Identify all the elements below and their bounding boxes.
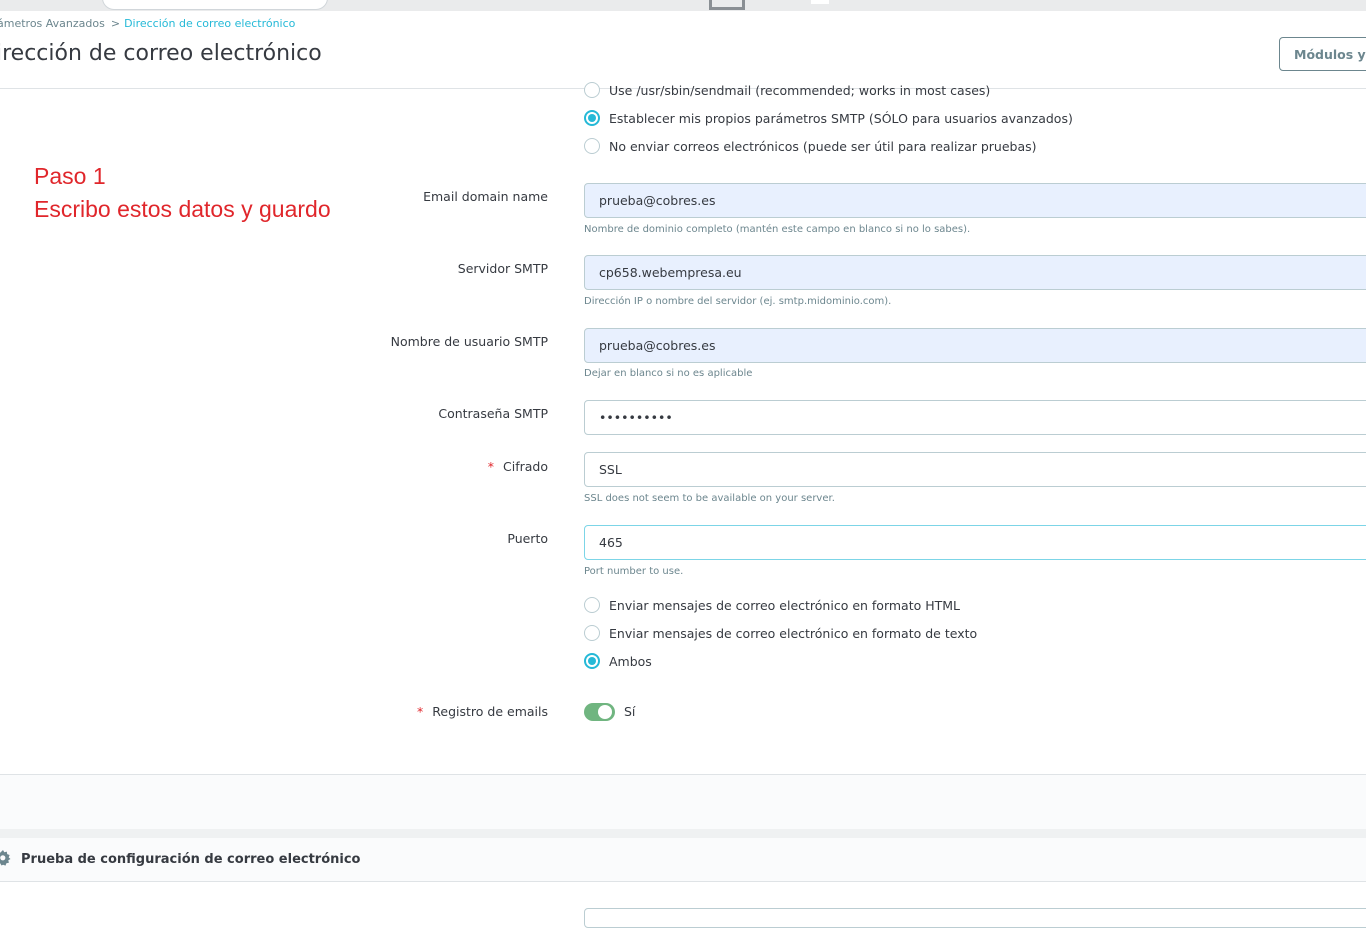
radio-button[interactable] — [584, 110, 600, 126]
radio-no-mail[interactable]: No enviar correos electrónicos (puede se… — [584, 136, 1037, 156]
page-header: ámetros Avanzados > Dirección de correo el… — [0, 11, 1366, 89]
smtp-password-input[interactable]: •••••••••• — [584, 400, 1366, 435]
email-log-label-text: Registro de emails — [432, 704, 548, 719]
top-strip — [0, 0, 1366, 11]
radio-label: Enviar mensajes de correo electrónico en… — [609, 625, 978, 641]
breadcrumb-parent[interactable]: ámetros Avanzados — [0, 17, 105, 30]
email-log-label: * Registro de emails — [417, 704, 548, 719]
radio-label: Use /usr/sbin/sendmail (recommended; wor… — [609, 82, 991, 98]
user-help: Dejar en blanco si no es aplicable — [584, 368, 753, 379]
toggle-knob — [598, 705, 612, 719]
encryption-label: * Cifrado — [488, 459, 548, 474]
store-icon[interactable] — [709, 0, 745, 10]
radio-button[interactable] — [584, 138, 600, 154]
annotation-line-2: Escribo estos datos y guardo — [34, 196, 331, 222]
domain-input[interactable]: prueba@cobres.es — [584, 183, 1366, 218]
radio-button[interactable] — [584, 82, 600, 98]
radio-format-both[interactable]: Ambos — [584, 651, 652, 671]
header-search-box[interactable] — [102, 0, 328, 10]
server-label: Servidor SMTP — [457, 261, 548, 276]
port-label: Puerto — [507, 531, 548, 546]
server-help: Dirección IP o nombre del servidor (ej. … — [584, 296, 892, 307]
radio-label: Ambos — [609, 653, 652, 669]
radio-label: No enviar correos electrónicos (puede se… — [609, 138, 1037, 154]
gear-icon — [0, 850, 11, 866]
radio-format-html[interactable]: Enviar mensajes de correo electrónico en… — [584, 595, 960, 615]
email-log-state: Sí — [624, 704, 636, 719]
smtp-user-input[interactable]: prueba@cobres.es — [584, 328, 1366, 363]
radio-label: Enviar mensajes de correo electrónico en… — [609, 597, 961, 613]
test-panel-heading: Prueba de configuración de correo electr… — [0, 838, 1366, 882]
panel-footer — [0, 774, 1366, 830]
encryption-label-text: Cifrado — [503, 459, 548, 474]
breadcrumb-separator: > — [110, 17, 121, 30]
email-log-toggle[interactable] — [584, 703, 615, 721]
panel-gap — [0, 829, 1366, 838]
annotation-line-1: Paso 1 — [34, 163, 106, 189]
encryption-select[interactable]: SSL — [584, 452, 1366, 487]
breadcrumb: ámetros Avanzados > Dirección de correo el… — [0, 17, 295, 30]
smtp-server-input[interactable]: cp658.webempresa.eu — [584, 255, 1366, 290]
page-title: irección de correo electrónico — [0, 41, 322, 66]
radio-label: Establecer mis propios parámetros SMTP (… — [609, 110, 1073, 126]
required-mark: * — [417, 704, 424, 719]
radio-sendmail[interactable]: Use /usr/sbin/sendmail (recommended; wor… — [584, 80, 990, 100]
user-label: Nombre de usuario SMTP — [390, 334, 548, 349]
radio-button[interactable] — [584, 597, 600, 613]
port-input[interactable]: 465 — [584, 525, 1366, 560]
radio-button[interactable] — [584, 653, 600, 669]
password-label: Contraseña SMTP — [438, 406, 548, 421]
domain-label: Email domain name — [423, 189, 548, 204]
modules-button[interactable]: Módulos y S — [1279, 37, 1366, 71]
annotation-note: Paso 1 Escribo estos datos y guardo — [34, 160, 331, 226]
test-email-input[interactable] — [584, 908, 1366, 928]
required-mark: * — [487, 459, 495, 474]
notification-icon[interactable] — [811, 0, 829, 4]
radio-button[interactable] — [584, 625, 600, 641]
radio-format-text[interactable]: Enviar mensajes de correo electrónico en… — [584, 623, 977, 643]
domain-help: Nombre de dominio completo (mantén este … — [584, 224, 971, 235]
radio-smtp-custom[interactable]: Establecer mis propios parámetros SMTP (… — [584, 108, 1073, 128]
test-panel-title: Prueba de configuración de correo electr… — [21, 852, 361, 867]
encryption-help: SSL does not seem to be available on you… — [584, 493, 835, 504]
port-help: Port number to use. — [584, 566, 684, 577]
breadcrumb-current[interactable]: Dirección de correo electrónico — [124, 17, 295, 30]
